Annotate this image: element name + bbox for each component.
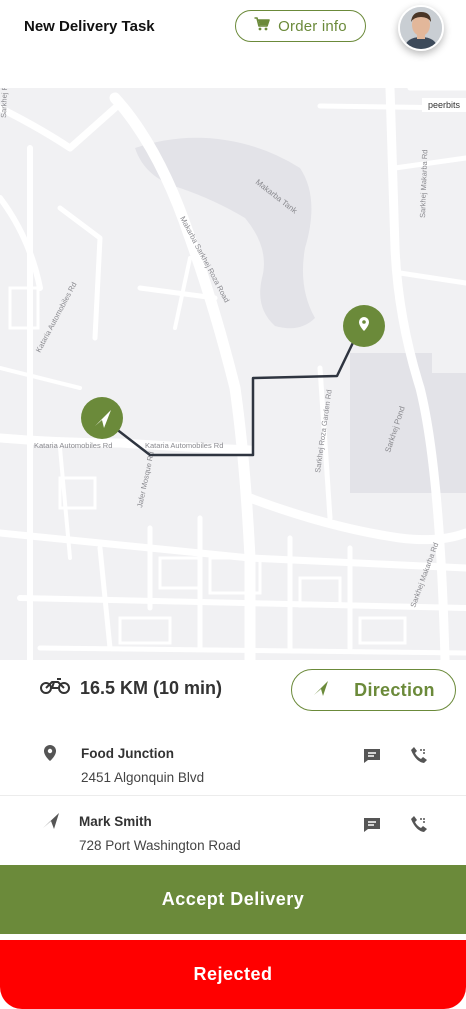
phone-icon[interactable] [410,746,428,769]
accept-delivery-label: Accept Delivery [161,889,305,909]
dropoff-address: 728 Port Washington Road [79,838,241,853]
location-pin-icon [42,744,58,767]
sarkhej-pond-area [350,353,466,493]
road-label-9: Sarkhej Rd [0,88,9,118]
navigation-arrow-icon [42,812,60,835]
pickup-name: Food Junction [81,746,174,761]
distance-text: 16.5 KM (10 min) [80,678,223,698]
reject-label: Rejected [193,964,273,984]
message-icon[interactable] [363,748,381,769]
accept-delivery-button[interactable]: Accept Delivery [0,865,466,934]
order-info-label: Order info [278,17,347,35]
pickup-address: 2451 Algonquin Blvd [81,770,205,785]
dropoff-name: Mark Smith [79,814,152,829]
page-title: New Delivery Task [24,18,155,35]
motorbike-icon [40,677,70,700]
navigation-arrow-icon [312,679,330,702]
cart-icon [254,16,270,36]
direction-label: Direction [354,679,435,700]
dropoff-stop: Mark Smith 728 Port Washington Road [0,798,466,864]
message-icon[interactable] [363,817,381,838]
phone-icon[interactable] [410,815,428,838]
order-info-button[interactable]: Order info [235,10,366,42]
road-label-2: Kataria Automobiles Rd [34,441,112,450]
top-bar: New Delivery Task Order info [0,0,466,88]
direction-button[interactable]: Direction [291,669,456,711]
reject-button[interactable]: Rejected [0,940,466,1009]
trip-distance: 16.5 KM (10 min) [40,677,222,700]
user-avatar[interactable] [398,5,444,51]
destination-marker [343,305,385,347]
pickup-stop: Food Junction 2451 Algonquin Blvd [0,730,466,796]
route-map[interactable]: Kataria Automobiles Rd Kataria Automobil… [0,88,466,660]
map-attribution: peerbits [421,98,466,112]
start-marker [81,397,123,439]
road-label-3: Kataria Automobiles Rd [145,441,223,450]
